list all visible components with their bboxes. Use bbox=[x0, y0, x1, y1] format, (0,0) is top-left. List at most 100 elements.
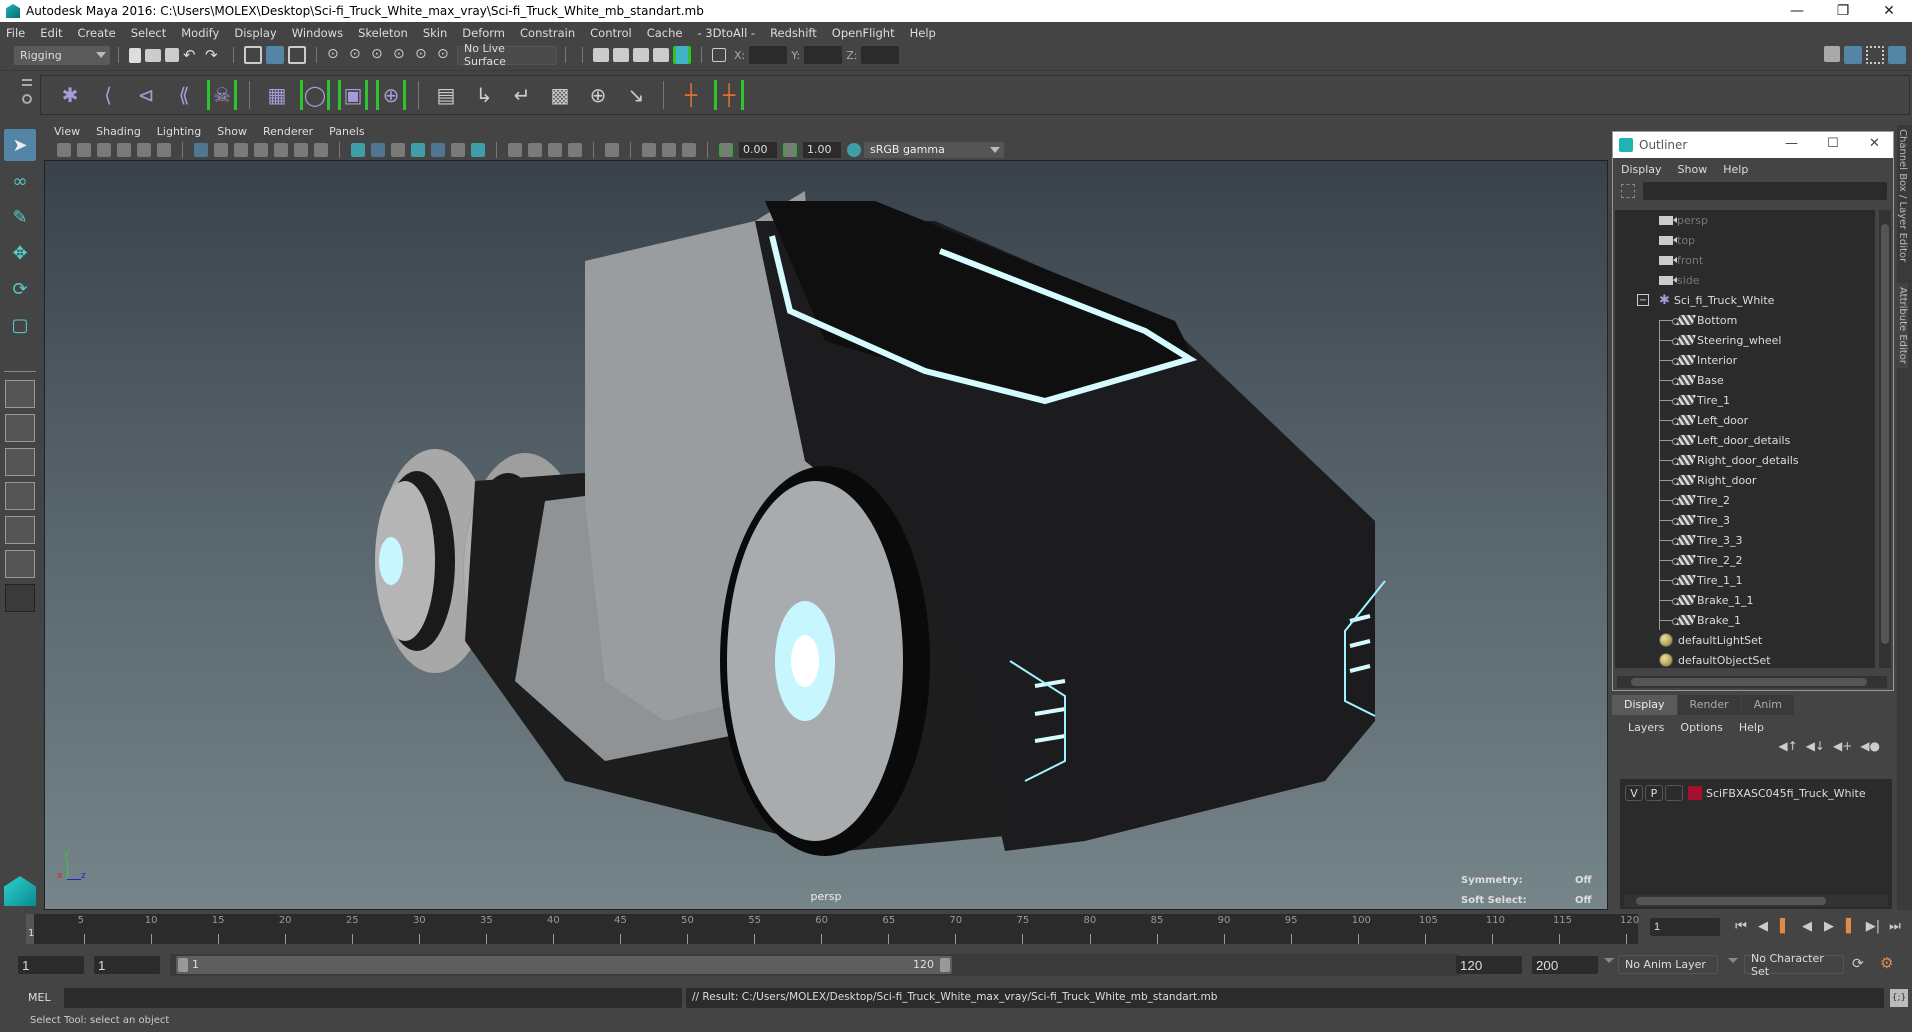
playback-end-field[interactable] bbox=[1456, 956, 1522, 974]
x-field[interactable] bbox=[749, 46, 788, 64]
default-material-icon[interactable] bbox=[391, 143, 405, 157]
grease-pencil-icon[interactable] bbox=[157, 143, 171, 157]
outliner-item-mesh[interactable]: Right_door bbox=[1615, 470, 1875, 490]
bind-pose-icon[interactable]: ⊕ bbox=[376, 80, 406, 110]
pole-vector-constraint-icon[interactable]: ↘ bbox=[621, 80, 651, 110]
tab-attribute-editor[interactable]: Attribute Editor bbox=[1897, 283, 1908, 368]
insert-joint-icon[interactable]: ⟪ bbox=[169, 80, 199, 110]
persp-graph-hypergraph-layout-icon[interactable] bbox=[5, 550, 35, 578]
snap-grid-icon[interactable]: ⊙ bbox=[327, 46, 345, 64]
layer-menu-help[interactable]: Help bbox=[1739, 721, 1764, 734]
shelf-menu-icon[interactable] bbox=[22, 79, 32, 109]
outliner-item-top[interactable]: top bbox=[1615, 230, 1875, 250]
camera-attributes-icon[interactable] bbox=[77, 143, 91, 157]
anti-aliasing-icon[interactable] bbox=[548, 143, 562, 157]
outliner-menu-display[interactable]: Display bbox=[1621, 163, 1662, 176]
scale-tool-icon[interactable]: ▢ bbox=[4, 309, 36, 341]
minimize-button[interactable]: — bbox=[1785, 136, 1798, 151]
new-scene-icon[interactable] bbox=[129, 47, 141, 63]
tab-display[interactable]: Display bbox=[1612, 695, 1677, 715]
smooth-shade-icon[interactable] bbox=[371, 143, 385, 157]
outliner-item-front[interactable]: front bbox=[1615, 250, 1875, 270]
layer-row[interactable]: V P SciFBXASC045fi_Truck_White bbox=[1620, 783, 1892, 803]
safe-title-icon[interactable] bbox=[314, 143, 328, 157]
outliner-item-set[interactable]: defaultLightSet bbox=[1615, 630, 1875, 650]
menu-skin[interactable]: Skin bbox=[423, 26, 447, 40]
persp-graph-layout-icon[interactable] bbox=[5, 482, 35, 510]
close-button[interactable]: ✕ bbox=[1866, 0, 1912, 22]
single-perspective-layout-icon[interactable] bbox=[5, 380, 35, 408]
restore-button[interactable]: ❐ bbox=[1820, 0, 1866, 22]
outliner-item-mesh[interactable]: Brake_1_1 bbox=[1615, 590, 1875, 610]
menu-3dtoall[interactable]: - 3DtoAll - bbox=[697, 26, 755, 40]
outliner-menu-show[interactable]: Show bbox=[1678, 163, 1708, 176]
anim-layer-dropdown[interactable]: No Anim Layer bbox=[1618, 955, 1718, 974]
scroll-thumb[interactable] bbox=[1636, 897, 1826, 905]
attribute-editor-toggle-icon[interactable] bbox=[1844, 46, 1862, 64]
layer-color-swatch[interactable] bbox=[1688, 786, 1702, 800]
more-layouts-icon[interactable] bbox=[5, 584, 35, 612]
ik-handle-icon[interactable]: ⟨ bbox=[93, 80, 123, 110]
menu-edit[interactable]: Edit bbox=[40, 26, 62, 40]
viewport-persp[interactable]: y x z persp Symmetry: Off Soft Select: O… bbox=[44, 160, 1608, 910]
menu-modify[interactable]: Modify bbox=[181, 26, 219, 40]
wireframe-on-shaded-icon[interactable] bbox=[411, 143, 425, 157]
layer-display-type-toggle[interactable] bbox=[1665, 785, 1683, 801]
scroll-thumb[interactable] bbox=[1631, 678, 1867, 686]
scroll-thumb[interactable] bbox=[1881, 224, 1889, 644]
color-management-toggle-icon[interactable] bbox=[847, 143, 861, 157]
snap-view-plane-icon[interactable]: ⊙ bbox=[393, 46, 411, 64]
playback-start-field[interactable] bbox=[94, 956, 160, 974]
viewport-menu-renderer[interactable]: Renderer bbox=[263, 125, 313, 138]
image-plane-icon[interactable] bbox=[117, 143, 131, 157]
outliner-item-side[interactable]: side bbox=[1615, 270, 1875, 290]
resolution-gate-icon[interactable] bbox=[234, 143, 248, 157]
hypershade-persp-layout-icon[interactable] bbox=[5, 516, 35, 544]
live-surface-field[interactable]: No Live Surface bbox=[457, 42, 557, 68]
smooth-bind-icon[interactable]: ◯ bbox=[300, 80, 330, 110]
snap-point-icon[interactable]: ⊙ bbox=[371, 46, 389, 64]
render-current-icon[interactable] bbox=[613, 48, 629, 62]
orient-constraint-icon[interactable]: ↵ bbox=[507, 80, 537, 110]
outliner-search-input[interactable] bbox=[1643, 182, 1887, 200]
outliner-item-set[interactable]: defaultObjectSet bbox=[1615, 650, 1875, 670]
outliner-item-mesh[interactable]: Bottom bbox=[1615, 310, 1875, 330]
animation-preferences-icon[interactable]: ⚙ bbox=[1880, 954, 1893, 972]
menu-constrain[interactable]: Constrain bbox=[520, 26, 575, 40]
step-forward-frame-icon[interactable]: ▶| bbox=[1864, 918, 1882, 936]
xray-joints-icon[interactable] bbox=[682, 143, 696, 157]
filter-icon[interactable] bbox=[1621, 184, 1635, 198]
anim-layer-chevron-icon[interactable] bbox=[1604, 958, 1614, 963]
outliner-item-mesh[interactable]: Right_door_details bbox=[1615, 450, 1875, 470]
outliner-item-mesh[interactable]: Tire_1 bbox=[1615, 390, 1875, 410]
menu-help[interactable]: Help bbox=[910, 26, 936, 40]
menu-set-dropdown[interactable]: Rigging bbox=[14, 45, 110, 65]
new-empty-layer-icon[interactable]: ◀+ bbox=[1833, 739, 1852, 753]
outliner-item-mesh[interactable]: Tire_3_3 bbox=[1615, 530, 1875, 550]
script-editor-icon[interactable]: {;} bbox=[1890, 989, 1908, 1007]
command-language-label[interactable]: MEL bbox=[28, 991, 51, 1004]
character-set-dropdown[interactable]: No Character Set bbox=[1744, 952, 1844, 978]
range-bar[interactable]: 1 120 bbox=[176, 956, 952, 974]
tab-anim[interactable]: Anim bbox=[1741, 695, 1794, 715]
scale-constraint-icon[interactable]: ▩ bbox=[545, 80, 575, 110]
layer-menu-options[interactable]: Options bbox=[1680, 721, 1722, 734]
gate-mask-icon[interactable] bbox=[254, 143, 268, 157]
range-start-handle[interactable] bbox=[178, 958, 188, 972]
screen-space-ao-icon[interactable] bbox=[508, 143, 522, 157]
new-layer-selected-icon[interactable]: ◀● bbox=[1860, 739, 1880, 753]
mirror-joint-icon[interactable]: ┼ bbox=[676, 80, 706, 110]
grid-icon[interactable] bbox=[194, 143, 208, 157]
outliner-item-mesh[interactable]: Tire_3 bbox=[1615, 510, 1875, 530]
move-layer-up-icon[interactable]: ◀↑ bbox=[1778, 739, 1797, 753]
render-view-icon[interactable] bbox=[593, 48, 609, 62]
menu-redshift[interactable]: Redshift bbox=[770, 26, 817, 40]
save-scene-icon[interactable] bbox=[165, 48, 179, 62]
outliner-item-mesh[interactable]: Tire_1_1 bbox=[1615, 570, 1875, 590]
menu-select[interactable]: Select bbox=[131, 26, 166, 40]
go-to-start-icon[interactable]: ⏮ bbox=[1732, 918, 1750, 936]
snap-live-icon[interactable]: ⊙ bbox=[415, 46, 433, 64]
exposure-icon[interactable] bbox=[719, 143, 733, 157]
layer-horizontal-scrollbar[interactable] bbox=[1624, 895, 1888, 907]
field-chart-icon[interactable] bbox=[274, 143, 288, 157]
